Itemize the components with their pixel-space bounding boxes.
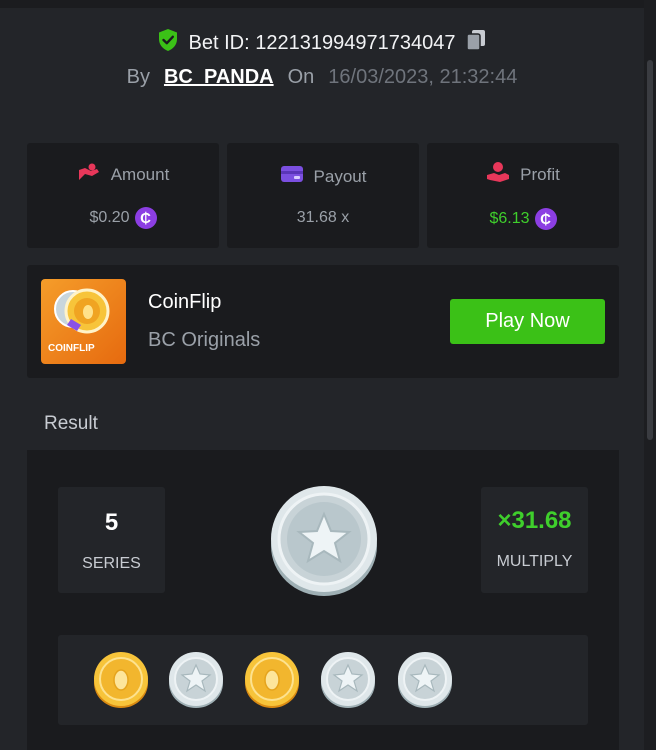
series-box: 5 SERIES (58, 487, 165, 593)
profit-label: Profit (520, 164, 560, 184)
coinflip-thumbnail[interactable]: COINFLIP (41, 279, 126, 364)
history-coin-silver-icon (168, 651, 224, 714)
history-coin-silver-icon (397, 651, 453, 714)
flip-history (58, 635, 588, 725)
scrollbar-thumb[interactable] (647, 60, 653, 440)
play-now-button[interactable]: Play Now (450, 299, 605, 344)
result-panel: 5 SERIES ×31.68 MULTIPLY (27, 450, 619, 750)
by-label: By (126, 66, 150, 88)
history-coin-gold-icon (244, 651, 300, 714)
amount-icon (77, 162, 101, 187)
verified-shield-icon (157, 28, 179, 58)
currency-icon: ₵ (534, 208, 557, 230)
game-provider: BC Originals (148, 329, 261, 351)
profit-icon (486, 161, 510, 188)
payout-icon (280, 164, 304, 189)
bet-author-row: By BC_PANDA On 16/03/2023, 21:32:44 (0, 66, 644, 89)
currency-icon: ₵ (134, 207, 157, 229)
multiplier-box: ×31.68 MULTIPLY (481, 487, 588, 593)
scrollbar[interactable] (644, 0, 656, 750)
bet-datetime: 16/03/2023, 21:32:44 (328, 66, 518, 88)
history-coin-gold-icon (93, 651, 149, 714)
username-link[interactable]: BC_PANDA (164, 66, 274, 89)
bet-stats: Amount $0.20 ₵ Payout 31.68 x Profit $6.… (27, 143, 619, 248)
top-strip (0, 0, 644, 8)
multiplier-value: ×31.68 (497, 507, 572, 534)
amount-value: $0.20 (89, 209, 130, 226)
amount-label: Amount (110, 164, 170, 184)
profit-value: $6.13 (489, 210, 530, 227)
game-name[interactable]: CoinFlip (148, 291, 221, 314)
stat-amount: Amount $0.20 ₵ (27, 143, 219, 248)
series-value: 5 (104, 509, 119, 536)
payout-value: 31.68 x (296, 209, 350, 226)
history-coin-silver-icon (320, 651, 376, 714)
payout-label: Payout (313, 166, 367, 186)
bet-id-row: Bet ID: 122131994971734047 (0, 28, 644, 58)
bet-id: Bet ID: 122131994971734047 (188, 31, 456, 54)
series-label: SERIES (82, 555, 141, 572)
stat-profit: Profit $6.13 ₵ (427, 143, 619, 248)
copy-icon[interactable] (465, 28, 487, 58)
result-coin-silver-icon (269, 484, 379, 603)
thumbnail-text: COINFLIP (48, 343, 95, 354)
result-heading: Result (44, 413, 98, 434)
game-card: COINFLIP CoinFlip BC Originals Play Now (27, 265, 619, 378)
multiplier-label: MULTIPLY (496, 553, 573, 570)
stat-payout: Payout 31.68 x (227, 143, 419, 248)
on-label: On (287, 66, 315, 88)
